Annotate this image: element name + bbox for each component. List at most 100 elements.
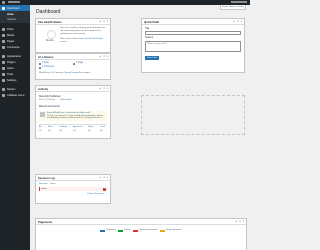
save-draft-button[interactable]: Save Draft — [145, 55, 159, 60]
legend-item[interactable]: Visitors (previous) — [159, 229, 182, 232]
avatar — [40, 111, 45, 117]
move-up-icon[interactable]: ▲ — [99, 55, 101, 58]
glance-item-link[interactable]: 1 Page — [73, 62, 107, 65]
move-up-icon[interactable]: ▲ — [235, 220, 237, 223]
glance-item-link[interactable]: 1 Post — [39, 62, 73, 65]
session-log-widget: Session Log ▲ ▼ ▾ Sessions Users admin 1 «… — [35, 174, 111, 204]
move-down-icon[interactable]: ▼ — [103, 20, 105, 23]
sidebar-item-dashboard[interactable]: Dashboard — [0, 5, 30, 11]
version-text: WordPress 6.4.3 running — [39, 72, 64, 75]
toggle-panel-icon[interactable]: ▾ — [243, 220, 244, 223]
legend-label: Visitors — [124, 229, 131, 231]
sidebar-item-label: Collapse menu — [7, 93, 25, 97]
site-health-widget: Site Health Status ▲ ▼ ▾ Results Your site… — [35, 18, 111, 53]
comment-author-link[interactable]: A WordPress Commenter — [52, 112, 76, 114]
legend-item[interactable]: Visitors — [118, 229, 131, 232]
filter-separator: | — [85, 126, 86, 129]
stream-icon — [2, 87, 5, 91]
widget-controls: ▲ ▼ ▾ — [99, 20, 108, 23]
comment-filter-link[interactable]: Pending (0) — [59, 126, 68, 132]
sidebar-item-label: Stream — [7, 87, 16, 91]
legend-swatch — [132, 229, 138, 232]
comment-filter-link[interactable]: Spam (0) — [88, 126, 95, 132]
legend-label: Visitors (previous) — [165, 229, 182, 231]
widget-title: At a Glance — [38, 54, 54, 59]
filter-separator: | — [97, 126, 98, 129]
toggle-panel-icon[interactable]: ▾ — [107, 87, 108, 90]
widget-title: Session Log — [38, 175, 55, 180]
health-items-link[interactable]: 6 items — [78, 38, 85, 40]
submenu-item-updates[interactable]: Updates — [0, 17, 30, 22]
draft-content-textarea[interactable] — [145, 40, 241, 52]
recently-published-heading: Recently Published — [39, 95, 61, 98]
toggle-panel-icon[interactable]: ▾ — [107, 20, 108, 23]
wordpress-version-text: WordPress 6.4.3 running Twenty Twenty-Fo… — [39, 72, 107, 75]
glance-item-link[interactable]: 1 Comment — [39, 66, 73, 69]
sidebar-item-settings[interactable]: Settings — [0, 77, 30, 83]
move-up-icon[interactable]: ▲ — [233, 20, 235, 23]
legend-item[interactable]: Pageviews (previous) — [132, 229, 158, 232]
page-icon — [73, 62, 75, 65]
move-down-icon[interactable]: ▼ — [239, 220, 241, 223]
glance-item-label: 1 Comment — [42, 66, 54, 69]
move-up-icon[interactable]: ▲ — [99, 87, 101, 90]
toggle-panel-icon[interactable]: ▾ — [107, 55, 108, 58]
comment-icon — [39, 66, 41, 69]
site-name-link[interactable] — [8, 1, 20, 3]
move-down-icon[interactable]: ▼ — [103, 176, 105, 179]
comment-filter-link[interactable]: Trash (0) — [100, 126, 107, 132]
wordpress-logo-icon[interactable] — [2, 1, 5, 4]
recent-comments-heading: Recent Comments — [39, 105, 60, 109]
draft-title-input[interactable] — [145, 31, 241, 36]
post-link[interactable]: Hello world! — [60, 99, 71, 102]
widget-title: Site Health Status — [38, 19, 62, 24]
comment-filter-link[interactable]: All (1) — [39, 126, 44, 132]
toggle-panel-icon[interactable]: ▾ — [107, 176, 108, 179]
comment-item: From A WordPress Commenter on Hello worl… — [39, 110, 107, 122]
widget-controls: ▲ ▼ ▾ — [235, 220, 244, 223]
session-user: admin — [41, 187, 47, 190]
move-down-icon[interactable]: ▼ — [237, 20, 239, 23]
filter-separator: | — [45, 126, 47, 129]
dashboard-icon — [2, 6, 5, 10]
pageviews-widget: Pageviews ▲ ▼ ▾ Pageviews Visitors Pagevie… — [35, 218, 247, 250]
tab-sessions[interactable]: Sessions — [39, 183, 48, 186]
move-down-icon[interactable]: ▼ — [103, 55, 105, 58]
toggle-panel-icon[interactable]: ▾ — [241, 20, 242, 23]
sidebar-item-label: Media — [7, 33, 15, 37]
legend-item[interactable]: Pageviews — [100, 229, 116, 232]
theme-link[interactable]: Twenty Twenty-Four — [64, 72, 84, 74]
session-row[interactable]: admin 1 — [39, 187, 107, 192]
comment-filter-link[interactable]: Mine (0) — [48, 126, 55, 132]
move-down-icon[interactable]: ▼ — [103, 87, 105, 90]
health-link-suffix: . — [66, 41, 68, 43]
screen-meta-links: Screen Options ▾ Help ▾ — [220, 5, 246, 10]
sidebar-item-comments[interactable]: Comments — [0, 44, 30, 50]
sidebar-item-collapse-menu[interactable]: Collapse menu — [0, 92, 30, 98]
comment-filter-link[interactable]: Approved (1) — [73, 126, 83, 132]
user-account-menu[interactable] — [231, 1, 247, 3]
widget-controls: ▲ ▼ ▾ — [233, 20, 242, 23]
page-title: Dashboard — [36, 9, 61, 15]
comment-post-link[interactable]: Hello world! — [79, 112, 90, 114]
screen-options-button[interactable]: Screen Options ▾ — [222, 6, 237, 8]
legend-swatch — [159, 229, 165, 232]
move-up-icon[interactable]: ▲ — [99, 176, 101, 179]
help-button[interactable]: Help ▾ — [238, 6, 244, 8]
pages-icon — [2, 39, 5, 43]
health-description: Your site's health is looking good, but … — [60, 27, 106, 35]
admin-bar — [0, 0, 250, 5]
empty-widget-drop-zone — [141, 95, 245, 135]
health-action-text: Take a look at the 6 items on the Site H… — [60, 38, 107, 44]
widget-controls: ▲ ▼ ▾ — [99, 55, 108, 58]
move-up-icon[interactable]: ▲ — [99, 20, 101, 23]
view-all-sessions-link[interactable]: « View all sessions → — [39, 193, 107, 196]
post-icon — [39, 62, 41, 65]
comment-status-filters: All (1) | Mine (0) | Pending (0) | Approved (1… — [39, 124, 107, 132]
plugins-icon — [2, 60, 5, 64]
legend-swatch — [118, 229, 124, 232]
admin-sidebar: Dashboard Home Updates Posts Media Pages Comme… — [0, 5, 30, 250]
tab-users[interactable]: Users — [50, 183, 56, 186]
legend-label: Pageviews (previous) — [138, 229, 158, 231]
posts-icon — [2, 27, 5, 31]
